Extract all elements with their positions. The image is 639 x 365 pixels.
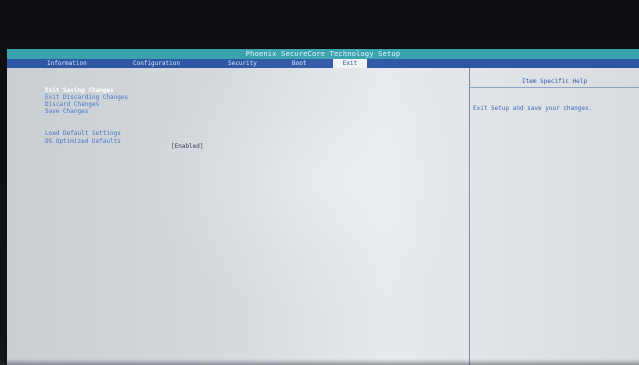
menu-item-os-optimized-defaults[interactable]: OS Optimized Defaults <box>45 138 121 145</box>
menu-item-save-changes[interactable]: Save Changes <box>45 108 88 115</box>
tab-boot[interactable]: Boot <box>292 59 306 68</box>
menu-item-discard-changes[interactable]: Discard Changes <box>45 101 99 108</box>
menu-item-exit-saving-changes[interactable]: Exit Saving Changes <box>45 87 114 94</box>
os-optimized-defaults-value[interactable]: [Enabled] <box>171 143 204 150</box>
tab-configuration[interactable]: Configuration <box>133 59 180 68</box>
tab-row: Information Configuration Security Boot … <box>7 59 639 68</box>
help-text: Exit Setup and save your changes. <box>473 105 593 112</box>
menu-item-load-default-settings[interactable]: Load Default Settings <box>45 130 121 137</box>
title-bar: Phoenix SecureCore Technology Setup <box>7 49 639 59</box>
tab-security[interactable]: Security <box>228 59 257 68</box>
bios-photo: Phoenix SecureCore Technology Setup Info… <box>0 0 639 365</box>
panel-divider <box>469 68 470 365</box>
bios-screen: Phoenix SecureCore Technology Setup Info… <box>7 49 639 365</box>
help-separator <box>470 87 639 88</box>
help-title: Item Specific Help <box>521 78 588 85</box>
tab-exit[interactable]: Exit <box>333 59 367 68</box>
tab-information[interactable]: Information <box>47 59 87 68</box>
menu-item-exit-discarding-changes[interactable]: Exit Discarding Changes <box>45 94 128 101</box>
setup-title: Phoenix SecureCore Technology Setup <box>245 50 401 58</box>
